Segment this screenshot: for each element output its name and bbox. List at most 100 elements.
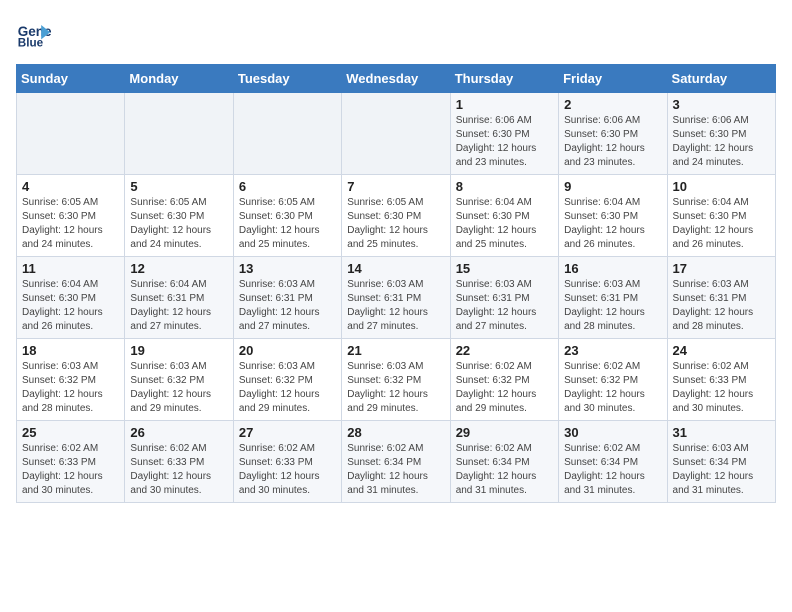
day-number: 1 [456, 97, 553, 112]
calendar-cell: 27Sunrise: 6:02 AMSunset: 6:33 PMDayligh… [233, 421, 341, 503]
calendar-cell: 8Sunrise: 6:04 AMSunset: 6:30 PMDaylight… [450, 175, 558, 257]
calendar-cell: 1 Sunrise: 6:06 AMSunset: 6:30 PMDaylight… [450, 93, 558, 175]
logo-icon: General Blue [16, 16, 52, 52]
day-info: Sunrise: 6:04 AMSunset: 6:30 PMDaylight:… [456, 196, 553, 252]
calendar-cell [17, 93, 125, 175]
weekday-header-wednesday: Wednesday [342, 65, 450, 93]
day-info: Sunrise: 6:03 AMSunset: 6:31 PMDaylight:… [673, 278, 770, 334]
day-number: 31 [673, 425, 770, 440]
day-info: Sunrise: 6:04 AMSunset: 6:30 PMDaylight:… [673, 196, 770, 252]
day-info: Sunrise: 6:02 AMSunset: 6:34 PMDaylight:… [347, 442, 444, 498]
calendar-cell: 6 Sunrise: 6:05 AMSunset: 6:30 PMDaylight… [233, 175, 341, 257]
day-number: 16 [564, 261, 661, 276]
day-number: 12 [130, 261, 227, 276]
calendar-cell: 30 Sunrise: 6:02 AMSunset: 6:34 PMDayligh… [559, 421, 667, 503]
day-info: Sunrise: 6:02 AMSunset: 6:33 PMDaylight:… [130, 442, 227, 498]
calendar-cell: 9 Sunrise: 6:04 AMSunset: 6:30 PMDaylight… [559, 175, 667, 257]
day-number: 21 [347, 343, 444, 358]
day-info: Sunrise: 6:02 AMSunset: 6:33 PMDaylight:… [673, 360, 770, 416]
calendar-cell: 23Sunrise: 6:02 AMSunset: 6:32 PMDayligh… [559, 339, 667, 421]
calendar-cell: 10Sunrise: 6:04 AMSunset: 6:30 PMDayligh… [667, 175, 775, 257]
day-info: Sunrise: 6:02 AMSunset: 6:33 PMDaylight:… [22, 442, 119, 498]
day-number: 25 [22, 425, 119, 440]
day-info: Sunrise: 6:03 AMSunset: 6:32 PMDaylight:… [22, 360, 119, 416]
day-info: Sunrise: 6:03 AMSunset: 6:32 PMDaylight:… [347, 360, 444, 416]
calendar-cell: 16 Sunrise: 6:03 AMSunset: 6:31 PMDayligh… [559, 257, 667, 339]
day-number: 2 [564, 97, 661, 112]
weekday-header-tuesday: Tuesday [233, 65, 341, 93]
day-info: Sunrise: 6:06 AMSunset: 6:30 PMDaylight:… [673, 114, 770, 170]
day-number: 7 [347, 179, 444, 194]
day-info: Sunrise: 6:03 AMSunset: 6:31 PMDaylight:… [564, 278, 661, 334]
day-info: Sunrise: 6:02 AMSunset: 6:34 PMDaylight:… [456, 442, 553, 498]
calendar-cell: 4 Sunrise: 6:05 AMSunset: 6:30 PMDaylight… [17, 175, 125, 257]
calendar-week-1: 4 Sunrise: 6:05 AMSunset: 6:30 PMDaylight… [17, 175, 776, 257]
calendar-week-4: 25 Sunrise: 6:02 AMSunset: 6:33 PMDayligh… [17, 421, 776, 503]
day-number: 27 [239, 425, 336, 440]
day-info: Sunrise: 6:03 AMSunset: 6:31 PMDaylight:… [239, 278, 336, 334]
day-number: 4 [22, 179, 119, 194]
day-number: 24 [673, 343, 770, 358]
day-number: 18 [22, 343, 119, 358]
calendar-cell: 15 Sunrise: 6:03 AMSunset: 6:31 PMDayligh… [450, 257, 558, 339]
calendar-table: SundayMondayTuesdayWednesdayThursdayFrid… [16, 64, 776, 503]
calendar-cell: 7 Sunrise: 6:05 AMSunset: 6:30 PMDaylight… [342, 175, 450, 257]
calendar-header: SundayMondayTuesdayWednesdayThursdayFrid… [17, 65, 776, 93]
calendar-cell: 14Sunrise: 6:03 AMSunset: 6:31 PMDayligh… [342, 257, 450, 339]
calendar-cell: 13 Sunrise: 6:03 AMSunset: 6:31 PMDayligh… [233, 257, 341, 339]
day-number: 6 [239, 179, 336, 194]
day-number: 17 [673, 261, 770, 276]
calendar-cell: 22 Sunrise: 6:02 AMSunset: 6:32 PMDayligh… [450, 339, 558, 421]
day-number: 19 [130, 343, 227, 358]
day-number: 5 [130, 179, 227, 194]
day-number: 15 [456, 261, 553, 276]
weekday-header-thursday: Thursday [450, 65, 558, 93]
day-info: Sunrise: 6:02 AMSunset: 6:32 PMDaylight:… [456, 360, 553, 416]
day-info: Sunrise: 6:04 AMSunset: 6:30 PMDaylight:… [22, 278, 119, 334]
day-info: Sunrise: 6:03 AMSunset: 6:31 PMDaylight:… [456, 278, 553, 334]
day-info: Sunrise: 6:03 AMSunset: 6:32 PMDaylight:… [130, 360, 227, 416]
day-number: 30 [564, 425, 661, 440]
calendar-cell [233, 93, 341, 175]
calendar-cell: 25 Sunrise: 6:02 AMSunset: 6:33 PMDayligh… [17, 421, 125, 503]
day-info: Sunrise: 6:06 AMSunset: 6:30 PMDaylight:… [456, 114, 553, 170]
calendar-cell: 29 Sunrise: 6:02 AMSunset: 6:34 PMDayligh… [450, 421, 558, 503]
calendar-cell: 26Sunrise: 6:02 AMSunset: 6:33 PMDayligh… [125, 421, 233, 503]
calendar-cell: 2 Sunrise: 6:06 AMSunset: 6:30 PMDaylight… [559, 93, 667, 175]
day-number: 22 [456, 343, 553, 358]
calendar-cell: 3 Sunrise: 6:06 AMSunset: 6:30 PMDaylight… [667, 93, 775, 175]
svg-text:Blue: Blue [18, 37, 44, 50]
calendar-week-0: 1 Sunrise: 6:06 AMSunset: 6:30 PMDaylight… [17, 93, 776, 175]
weekday-header-sunday: Sunday [17, 65, 125, 93]
day-info: Sunrise: 6:05 AMSunset: 6:30 PMDaylight:… [347, 196, 444, 252]
calendar-cell: 19 Sunrise: 6:03 AMSunset: 6:32 PMDayligh… [125, 339, 233, 421]
calendar-cell: 17 Sunrise: 6:03 AMSunset: 6:31 PMDayligh… [667, 257, 775, 339]
weekday-header-monday: Monday [125, 65, 233, 93]
day-number: 29 [456, 425, 553, 440]
day-info: Sunrise: 6:06 AMSunset: 6:30 PMDaylight:… [564, 114, 661, 170]
day-info: Sunrise: 6:05 AMSunset: 6:30 PMDaylight:… [130, 196, 227, 252]
calendar-cell: 11Sunrise: 6:04 AMSunset: 6:30 PMDayligh… [17, 257, 125, 339]
day-number: 13 [239, 261, 336, 276]
logo: General Blue [16, 16, 52, 52]
weekday-header-friday: Friday [559, 65, 667, 93]
calendar-week-3: 18 Sunrise: 6:03 AMSunset: 6:32 PMDayligh… [17, 339, 776, 421]
calendar-cell: 12 Sunrise: 6:04 AMSunset: 6:31 PMDayligh… [125, 257, 233, 339]
day-info: Sunrise: 6:04 AMSunset: 6:31 PMDaylight:… [130, 278, 227, 334]
calendar-week-2: 11Sunrise: 6:04 AMSunset: 6:30 PMDayligh… [17, 257, 776, 339]
day-number: 9 [564, 179, 661, 194]
day-number: 3 [673, 97, 770, 112]
day-info: Sunrise: 6:05 AMSunset: 6:30 PMDaylight:… [239, 196, 336, 252]
page-header: General Blue [16, 16, 776, 52]
day-info: Sunrise: 6:03 AMSunset: 6:32 PMDaylight:… [239, 360, 336, 416]
day-info: Sunrise: 6:05 AMSunset: 6:30 PMDaylight:… [22, 196, 119, 252]
calendar-cell: 28Sunrise: 6:02 AMSunset: 6:34 PMDayligh… [342, 421, 450, 503]
calendar-cell: 5 Sunrise: 6:05 AMSunset: 6:30 PMDaylight… [125, 175, 233, 257]
calendar-cell: 18 Sunrise: 6:03 AMSunset: 6:32 PMDayligh… [17, 339, 125, 421]
calendar-cell: 20Sunrise: 6:03 AMSunset: 6:32 PMDayligh… [233, 339, 341, 421]
weekday-header-saturday: Saturday [667, 65, 775, 93]
day-info: Sunrise: 6:04 AMSunset: 6:30 PMDaylight:… [564, 196, 661, 252]
calendar-cell [342, 93, 450, 175]
day-info: Sunrise: 6:02 AMSunset: 6:34 PMDaylight:… [564, 442, 661, 498]
day-info: Sunrise: 6:03 AMSunset: 6:31 PMDaylight:… [347, 278, 444, 334]
